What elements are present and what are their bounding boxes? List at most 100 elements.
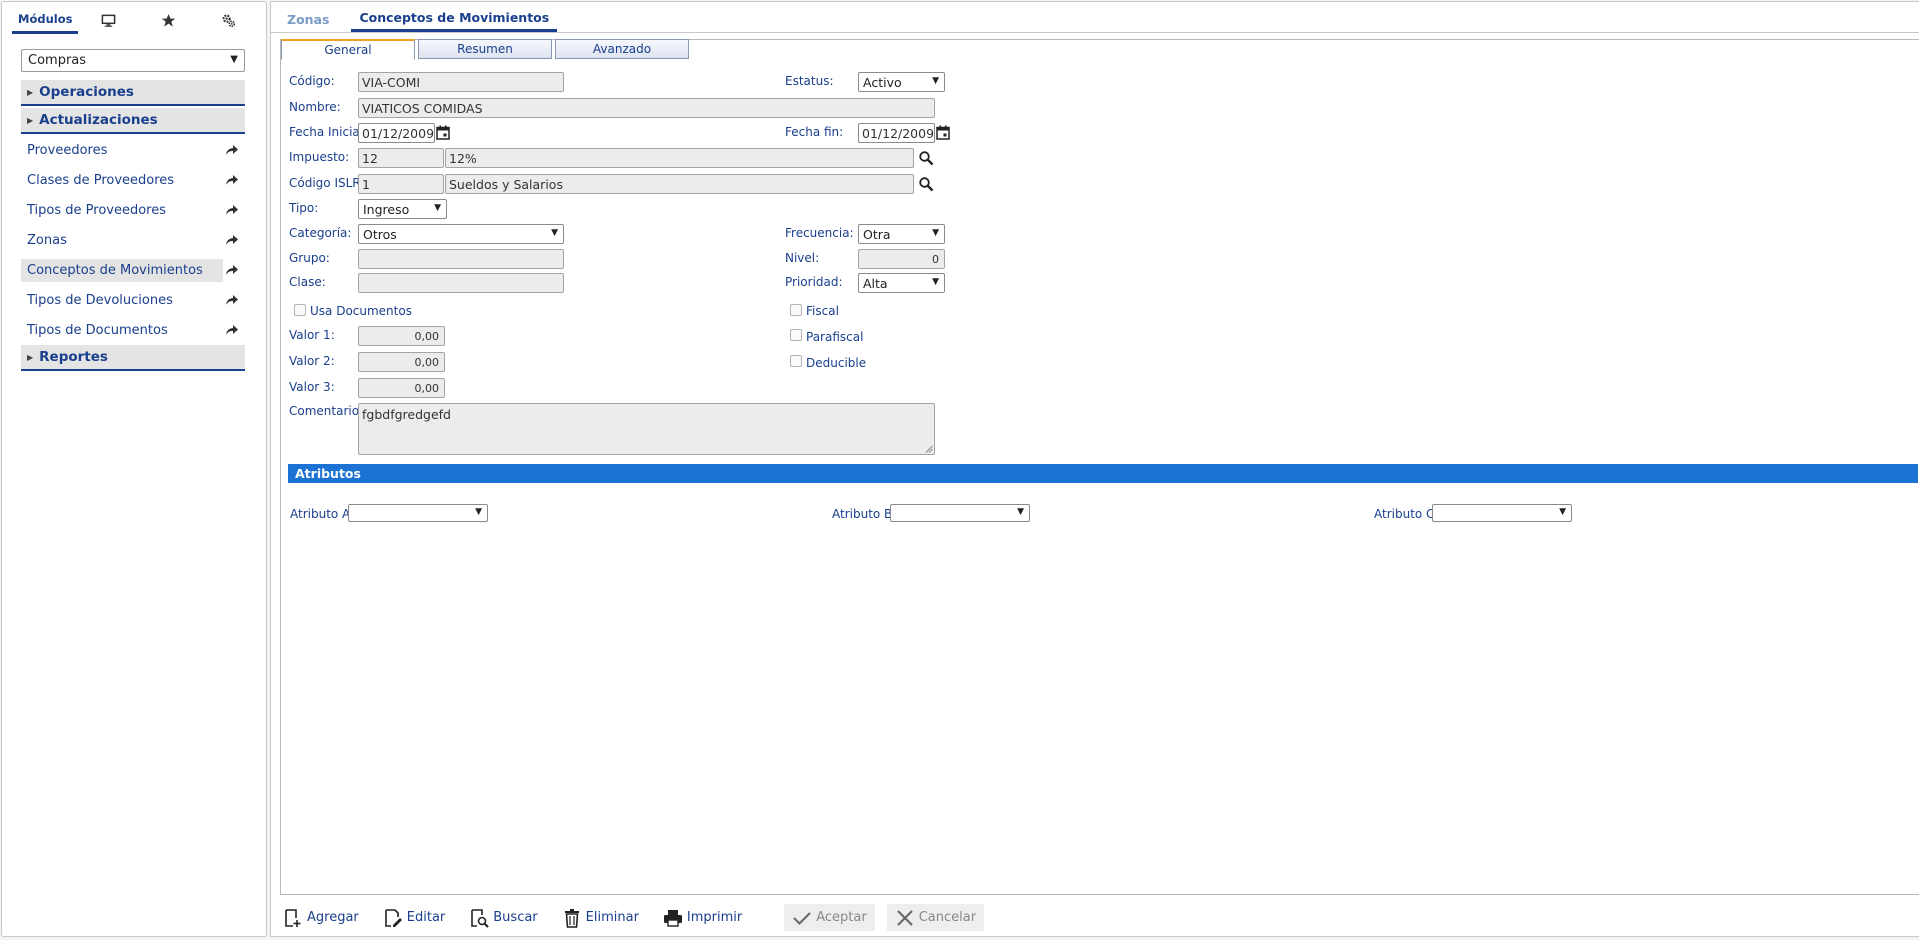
tipo-select[interactable]: Ingreso ▼ — [358, 199, 447, 219]
add-document-icon — [285, 908, 301, 927]
tab-modulos[interactable]: Módulos — [12, 6, 79, 34]
form-area: General Resumen Avanzado Código: Nombre:… — [280, 39, 1919, 895]
sidebar-item-label: Conceptos de Movimientos — [21, 258, 223, 282]
module-select-value: Compras — [28, 53, 87, 68]
parafiscal-checkbox[interactable] — [790, 329, 802, 341]
codigo-field[interactable]: VIA-COMI — [358, 72, 564, 92]
tab-avanzado[interactable]: Avanzado — [555, 39, 689, 59]
impuesto-desc-field[interactable]: 12% — [445, 148, 914, 168]
fiscal-label: Fiscal — [806, 304, 839, 318]
clase-field[interactable] — [358, 273, 564, 293]
label-grupo: Grupo: — [289, 251, 330, 265]
gear-cogs-icon — [222, 14, 236, 27]
label-impuesto: Impuesto: — [289, 150, 350, 164]
sidebar-item-conceptos-movimientos[interactable]: Conceptos de Movimientos — [21, 257, 245, 283]
sidebar-item-label: Zonas — [27, 232, 67, 248]
label-codigo: Código: — [289, 74, 335, 88]
share-arrow-icon — [226, 205, 238, 215]
grupo-field[interactable] — [358, 249, 564, 269]
sidebar-item-label: Proveedores — [27, 142, 108, 158]
calendar-icon[interactable] — [936, 125, 950, 140]
chevron-down-icon: ▼ — [230, 54, 238, 65]
estatus-select-value: Activo — [863, 74, 902, 90]
impuesto-code-field[interactable]: 12 — [358, 148, 444, 168]
nivel-field[interactable]: 0 — [858, 249, 945, 269]
section-operaciones[interactable]: ▶ Operaciones — [21, 80, 245, 106]
label-valor3: Valor 3: — [289, 380, 335, 394]
atributo-b-select[interactable]: ▼ — [890, 504, 1030, 522]
label-nombre: Nombre: — [289, 100, 341, 114]
section-reportes[interactable]: ▶ Reportes — [21, 345, 245, 371]
eliminar-label: Eliminar — [585, 910, 639, 925]
tab-monitor[interactable] — [78, 6, 138, 34]
deducible-label: Deducible — [806, 356, 867, 370]
sidebar-item-label: Tipos de Documentos — [27, 322, 168, 338]
action-toolbar: Agregar Editar Buscar Eliminar Imprimir … — [281, 904, 996, 931]
sidebar-item-tipos-proveedores[interactable]: Tipos de Proveedores — [21, 197, 245, 223]
atributo-c-select[interactable]: ▼ — [1432, 504, 1572, 522]
aceptar-label: Aceptar — [816, 910, 867, 925]
buscar-button[interactable]: Buscar — [467, 904, 539, 931]
label-atributo-c: Atributo C: — [1374, 507, 1439, 521]
tab-settings[interactable] — [198, 6, 258, 34]
search-icon[interactable] — [918, 176, 934, 192]
usa-documentos-checkbox[interactable] — [294, 304, 306, 316]
atributo-a-select[interactable]: ▼ — [348, 504, 488, 522]
tab-favorites[interactable] — [138, 6, 198, 34]
frecuencia-select[interactable]: Otra ▼ — [858, 224, 945, 244]
search-icon[interactable] — [918, 150, 934, 166]
tab-general[interactable]: General — [281, 39, 415, 60]
valor2-field[interactable]: 0,00 — [358, 352, 445, 372]
label-atributo-a: Atributo A: — [290, 507, 355, 521]
parafiscal-label: Parafiscal — [806, 330, 864, 344]
label-valor1: Valor 1: — [289, 328, 335, 342]
label-atributo-b: Atributo B: — [832, 507, 897, 521]
close-icon — [897, 909, 913, 926]
fiscal-checkbox[interactable] — [790, 304, 802, 316]
comentario-textarea[interactable]: fgbdfgredgefd — [358, 403, 935, 455]
module-select[interactable]: Compras ▼ — [21, 49, 245, 72]
sidebar-item-clases-proveedores[interactable]: Clases de Proveedores — [21, 167, 245, 193]
label-tipo: Tipo: — [289, 201, 319, 215]
cancelar-button[interactable]: Cancelar — [886, 904, 985, 931]
tab-resumen[interactable]: Resumen — [418, 39, 552, 59]
sidebar-item-label: Clases de Proveedores — [27, 172, 175, 188]
islr-code-field[interactable]: 1 — [358, 174, 444, 194]
valor3-field[interactable]: 0,00 — [358, 378, 445, 398]
triangle-right-icon: ▶ — [27, 115, 34, 125]
frecuencia-select-value: Otra — [863, 226, 891, 242]
section-actualizaciones[interactable]: ▶ Actualizaciones — [21, 108, 245, 134]
prioridad-select[interactable]: Alta ▼ — [858, 273, 945, 293]
eliminar-button[interactable]: Eliminar — [560, 904, 641, 931]
label-codigo-islr: Código ISLR: — [289, 176, 365, 190]
label-fecha-inicial: Fecha Inicial: — [289, 125, 368, 139]
deducible-checkbox[interactable] — [790, 355, 802, 367]
fecha-inicial-field[interactable]: 01/12/2009 — [358, 123, 435, 143]
chevron-down-icon: ▼ — [932, 277, 939, 287]
aceptar-button[interactable]: Aceptar — [784, 904, 875, 931]
calendar-icon[interactable] — [436, 125, 450, 140]
valor1-field[interactable]: 0,00 — [358, 326, 445, 346]
categoria-select[interactable]: Otros ▼ — [358, 224, 564, 244]
tab-zonas[interactable]: Zonas — [279, 6, 337, 32]
star-icon — [161, 13, 176, 27]
estatus-select[interactable]: Activo ▼ — [858, 72, 945, 92]
resize-grip-icon[interactable] — [925, 445, 933, 453]
sidebar-item-tipos-documentos[interactable]: Tipos de Documentos — [21, 317, 245, 343]
imprimir-button[interactable]: Imprimir — [661, 904, 744, 931]
sidebar-item-proveedores[interactable]: Proveedores — [21, 137, 245, 163]
chevron-down-icon: ▼ — [1559, 507, 1566, 517]
top-tabs: Zonas Conceptos de Movimientos — [271, 2, 1919, 33]
check-icon — [793, 911, 811, 925]
islr-desc-field[interactable]: Sueldos y Salarios — [445, 174, 914, 194]
sidebar-item-tipos-devoluciones[interactable]: Tipos de Devoluciones — [21, 287, 245, 313]
section-reportes-label: Reportes — [39, 349, 108, 365]
fecha-fin-field[interactable]: 01/12/2009 — [858, 123, 935, 143]
editar-button[interactable]: Editar — [381, 904, 448, 931]
sidebar-item-zonas[interactable]: Zonas — [21, 227, 245, 253]
tab-conceptos-movimientos[interactable]: Conceptos de Movimientos — [351, 6, 558, 32]
prioridad-select-value: Alta — [863, 275, 888, 291]
atributos-header: Atributos — [288, 464, 1918, 483]
nombre-field[interactable]: VIATICOS COMIDAS — [358, 98, 935, 118]
agregar-button[interactable]: Agregar — [281, 904, 361, 931]
